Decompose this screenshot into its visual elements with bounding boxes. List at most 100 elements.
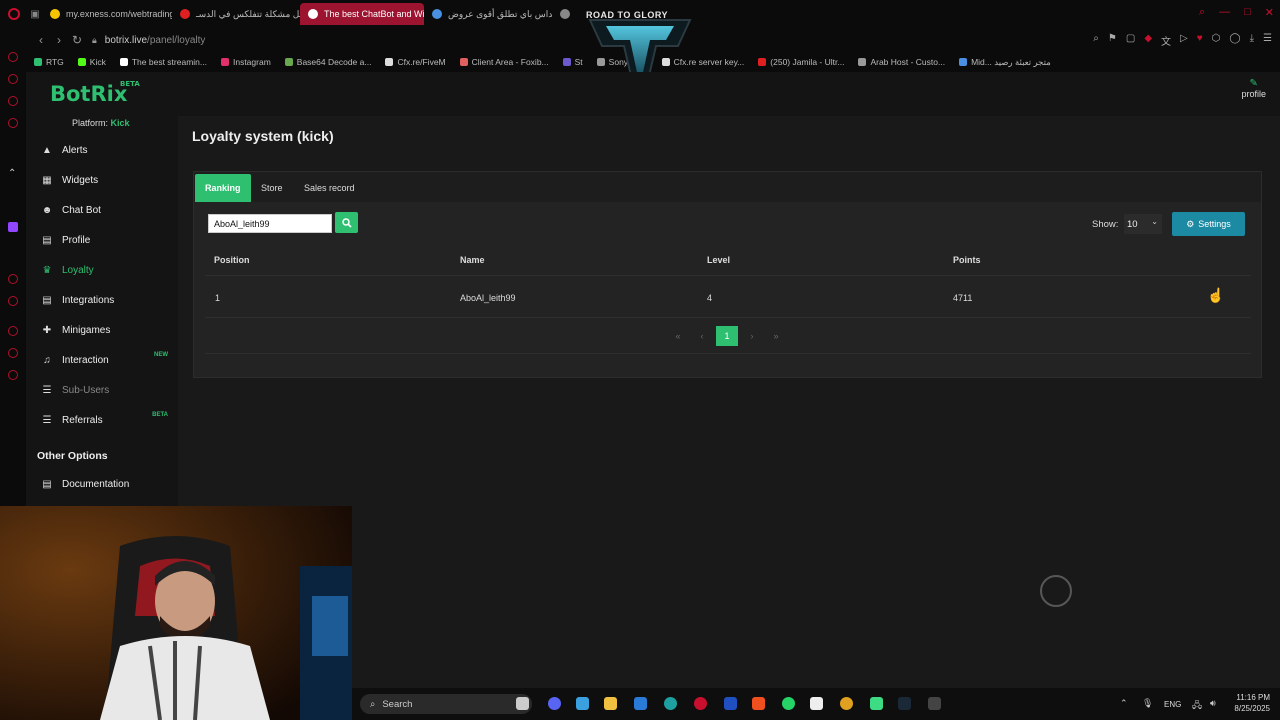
steam-icon[interactable]: [898, 697, 911, 710]
terminal-icon[interactable]: [928, 697, 941, 710]
sidebar-app-icon[interactable]: [8, 348, 18, 358]
extensions-icon[interactable]: ⬡: [1212, 33, 1221, 48]
sidebar-app-icon[interactable]: [8, 296, 18, 306]
browser-tab[interactable]: حل مشكلة تتفلكس في الدسـ: [172, 3, 300, 25]
forward-icon[interactable]: ›: [50, 33, 68, 47]
heart-icon[interactable]: ♥: [1197, 33, 1203, 48]
tab-ranking[interactable]: Ranking: [195, 174, 251, 202]
sidebar-item-interaction[interactable]: ♫ Interaction NEW: [26, 346, 178, 374]
discord-icon[interactable]: [548, 697, 561, 710]
browser-tab-active[interactable]: The best ChatBot and Wi: [300, 3, 424, 25]
translate-icon[interactable]: 文: [1161, 33, 1171, 48]
bookmark-item[interactable]: Base64 Decode a...: [284, 57, 371, 67]
file-explorer-icon[interactable]: [604, 697, 617, 710]
close-icon[interactable]: ✕: [1265, 6, 1274, 19]
sidebar-app-icon[interactable]: [8, 118, 18, 128]
bookmark-item[interactable]: (250) Jamila - Ultr...: [758, 57, 844, 67]
minimize-icon[interactable]: —: [1219, 6, 1230, 19]
tab-store[interactable]: Store: [251, 174, 293, 202]
bookmark-item[interactable]: Arab Host - Custo...: [858, 57, 945, 67]
column-header-name[interactable]: Name: [460, 255, 485, 265]
sidebar-app-icon[interactable]: [8, 74, 18, 84]
reload-icon[interactable]: ↻: [68, 33, 86, 47]
browser-tab[interactable]: ميداس باي تطلق أقوى عروض: [424, 3, 552, 25]
menu-icon[interactable]: ☰: [1263, 33, 1272, 48]
network-icon[interactable]: 🖧: [1192, 698, 1202, 714]
column-header-points[interactable]: Points: [953, 255, 981, 265]
profile-label: profile: [1241, 89, 1266, 99]
tab-workspace-icon[interactable]: ▣: [28, 9, 42, 20]
play-icon[interactable]: ▷: [1180, 33, 1188, 48]
android-icon[interactable]: [870, 697, 883, 710]
tab-sales-record[interactable]: Sales record: [294, 174, 365, 202]
task-view-icon[interactable]: [516, 697, 529, 710]
sidebar-app-icon[interactable]: [8, 274, 18, 284]
sidebar-item-integrations[interactable]: ▤ Integrations: [26, 286, 178, 314]
download-icon[interactable]: ⤓: [1250, 33, 1254, 48]
sidebar-item-minigames[interactable]: ✚ Minigames: [26, 316, 178, 344]
bookmark-item[interactable]: Instagram: [220, 57, 271, 67]
account-icon[interactable]: ◯: [1229, 33, 1240, 48]
pagination-next[interactable]: ›: [744, 326, 760, 346]
volume-icon[interactable]: 🔊︎: [1210, 698, 1216, 709]
botrix-logo[interactable]: BotRix BETA: [50, 80, 140, 106]
copilot-icon[interactable]: [576, 697, 589, 710]
pagination-last[interactable]: »: [768, 326, 784, 346]
pagination-first[interactable]: «: [670, 326, 686, 346]
arrow-icon[interactable]: ⌃: [8, 168, 16, 179]
column-header-position[interactable]: Position: [214, 255, 250, 265]
brave-icon[interactable]: [752, 697, 765, 710]
settings-icon[interactable]: [8, 370, 18, 380]
url-field[interactable]: 🔒︎ botrix.live/panel/loyalty: [92, 35, 205, 46]
history-icon[interactable]: [8, 326, 18, 336]
sidebar-item-loyalty[interactable]: ♛ Loyalty: [26, 256, 178, 284]
back-icon[interactable]: ‹: [32, 33, 50, 47]
sidebar-item-sub-users[interactable]: ☰ Sub-Users: [26, 376, 178, 404]
sidebar-item-documentation[interactable]: ▤ Documentation: [26, 470, 178, 498]
sidebar-app-icon[interactable]: [8, 52, 18, 62]
bookmark-item[interactable]: RTG: [34, 57, 64, 67]
zoom-icon[interactable]: ⌕: [1093, 33, 1099, 48]
bookmark-item[interactable]: Client Area - Foxib...: [459, 57, 549, 67]
sidebar-item-widgets[interactable]: ▦ Widgets: [26, 166, 178, 194]
twitch-icon[interactable]: [8, 222, 18, 232]
page-size-select[interactable]: 10 ⌄: [1124, 214, 1162, 234]
opera-gx-icon[interactable]: [694, 697, 707, 710]
taskbar-search[interactable]: ⌕ Search: [360, 694, 532, 714]
bookmark-item[interactable]: Kick: [77, 57, 106, 67]
trophy-icon: ♛: [42, 264, 52, 276]
bookmark-item[interactable]: Mid... متجر تعبئة رصيد: [959, 57, 1051, 68]
column-header-level[interactable]: Level: [707, 255, 730, 265]
sidebar-item-referrals[interactable]: ☰ Referrals BETA: [26, 406, 178, 434]
whatsapp-icon[interactable]: [782, 697, 795, 710]
vs-icon[interactable]: [724, 697, 737, 710]
bookmark-icon[interactable]: ⚑: [1108, 33, 1117, 48]
app-icon[interactable]: [810, 697, 823, 710]
bookmark-item[interactable]: The best streamin...: [119, 57, 207, 67]
search-input[interactable]: [208, 214, 332, 233]
tray-overflow-icon[interactable]: ⌃: [1120, 698, 1128, 709]
sidebar-item-chat-bot[interactable]: ☻ Chat Bot: [26, 196, 178, 224]
taskbar-clock[interactable]: 11:16 PM 8/25/2025: [1234, 692, 1270, 714]
sidebar-app-icon[interactable]: [8, 96, 18, 106]
mic-icon[interactable]: 🎙︎: [1142, 698, 1153, 709]
edge-icon[interactable]: [664, 697, 677, 710]
settings-button[interactable]: ⚙ Settings: [1172, 212, 1245, 236]
pagination-prev[interactable]: ‹: [694, 326, 710, 346]
bookmark-item[interactable]: Cfx.re/FiveM: [385, 57, 446, 67]
snapshot-icon[interactable]: ▢: [1126, 33, 1135, 48]
sidebar-item-profile[interactable]: ▤ Profile: [26, 226, 178, 254]
profile-link[interactable]: ✎ profile: [1241, 78, 1266, 99]
sidebar-item-alerts[interactable]: ▲ Alerts: [26, 136, 178, 164]
store-icon[interactable]: [634, 697, 647, 710]
maximize-icon[interactable]: □: [1244, 6, 1251, 19]
browser-tab[interactable]: my.exness.com/webtrading: [42, 3, 172, 25]
shield-icon[interactable]: ◆: [1144, 33, 1152, 48]
language-indicator[interactable]: ENG: [1164, 700, 1181, 709]
search-button[interactable]: [335, 212, 358, 233]
chrome-icon[interactable]: [840, 697, 853, 710]
search-tabs-icon[interactable]: ⌕: [1199, 6, 1205, 19]
opera-logo-icon[interactable]: [0, 0, 28, 28]
pagination-current[interactable]: 1: [716, 326, 738, 346]
gears-icon: ⚙: [1186, 218, 1195, 229]
